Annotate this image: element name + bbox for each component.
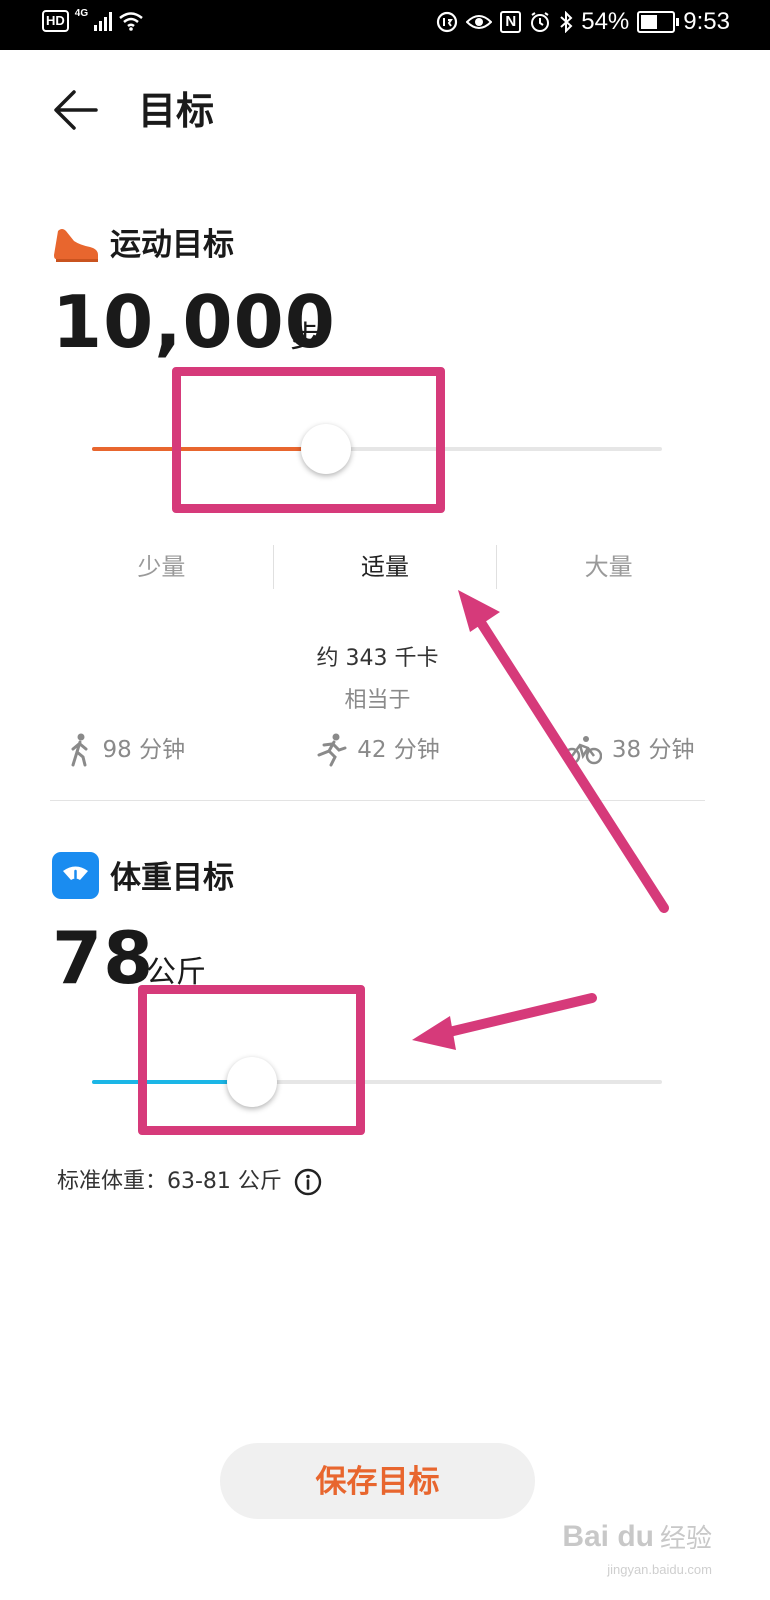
highlight-box: [138, 985, 365, 1135]
calories-text: 约 343 千卡: [316, 646, 439, 671]
activity-level-selector: 少量 适量 大量: [50, 545, 720, 589]
page-title: 目标: [138, 89, 215, 133]
watermark-text: 经验: [659, 1524, 712, 1554]
standard-weight-row: 标准体重：63-81 公斤: [57, 1165, 322, 1199]
level-moderate[interactable]: 适量: [274, 545, 497, 589]
level-high[interactable]: 大量: [497, 545, 720, 589]
highlight-box: [172, 367, 445, 513]
wifi-icon: [119, 12, 143, 31]
nfc-icon: N: [500, 11, 522, 33]
level-low[interactable]: 少量: [50, 545, 273, 589]
walking-icon: [71, 733, 88, 767]
eye-comfort-icon: [466, 15, 493, 29]
equivalent-running: 42 分钟: [252, 730, 504, 770]
equivalents-row: 98 分钟 42 分钟 38 分钟: [0, 730, 755, 770]
watermark-logo: Bai du: [562, 1519, 654, 1553]
cycling-minutes: 38 分钟: [611, 737, 695, 763]
step-unit: 步: [290, 320, 320, 355]
signal-icon: [94, 11, 113, 31]
clock: 9:53: [683, 8, 730, 35]
status-bar: HD 4G N 54% 9:53: [0, 0, 770, 50]
info-icon[interactable]: [294, 1168, 322, 1196]
cycling-icon: [563, 736, 602, 765]
equivalent-cycling: 38 分钟: [503, 730, 755, 770]
weight-goal-title: 体重目标: [110, 860, 234, 896]
save-goal-button[interactable]: 保存目标: [220, 1443, 535, 1519]
alarm-icon: [531, 12, 550, 32]
running-icon: [317, 733, 347, 767]
standard-weight-text: 标准体重：63-81 公斤: [57, 1169, 282, 1194]
data-saver-icon: [437, 11, 458, 33]
section-divider: [50, 800, 705, 801]
watermark: Bai du 经验: [562, 1518, 712, 1555]
hd-badge: HD: [42, 10, 69, 32]
activity-goal-title: 运动目标: [110, 227, 234, 263]
running-minutes: 42 分钟: [357, 737, 440, 763]
scale-icon: [52, 852, 99, 899]
equivalent-walking: 98 分钟: [0, 730, 252, 770]
battery-percent: 54%: [581, 8, 630, 35]
walking-minutes: 98 分钟: [102, 737, 186, 763]
back-arrow-icon[interactable]: [52, 86, 100, 134]
watermark-url: jingyan.baidu.com: [607, 1562, 712, 1577]
equivalent-label: 相当于: [344, 688, 411, 713]
shoe-icon: [54, 229, 98, 262]
bluetooth-icon: [560, 11, 573, 33]
battery-icon: [637, 11, 680, 33]
network-type: 4G: [74, 7, 89, 19]
